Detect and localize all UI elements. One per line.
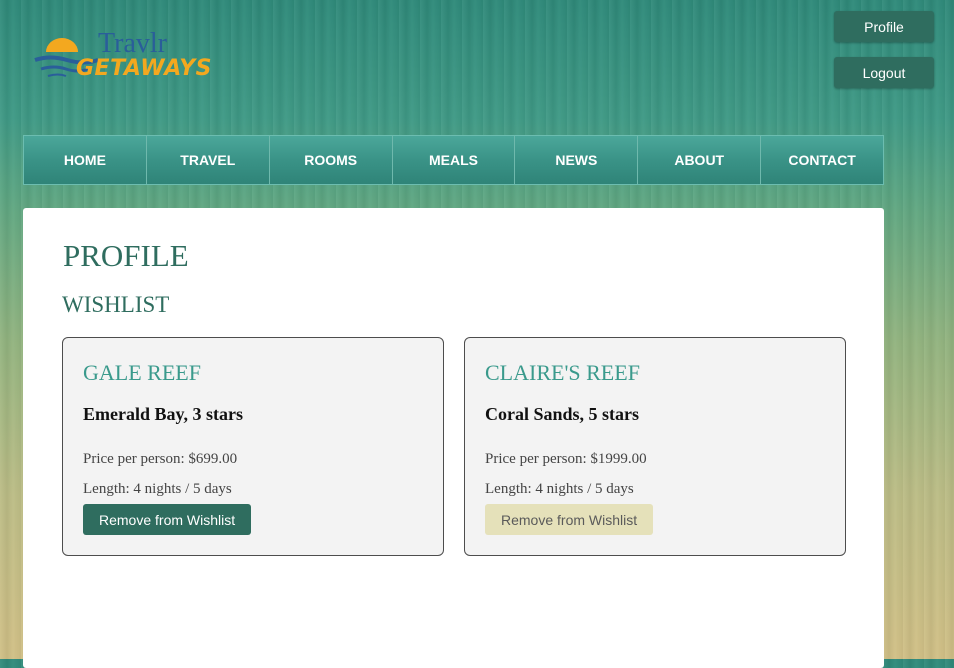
wishlist-card: CLAIRE'S REEF Coral Sands, 5 stars Price…	[464, 337, 846, 556]
trip-price: Price per person: $1999.00	[485, 451, 647, 467]
profile-button[interactable]: Profile	[834, 11, 934, 42]
page-title: PROFILE	[63, 238, 189, 273]
nav-about[interactable]: ABOUT	[638, 136, 762, 184]
trip-resort: Coral Sands, 5 stars	[485, 404, 640, 424]
wishlist-heading: WISHLIST	[62, 292, 170, 317]
remove-from-wishlist-button[interactable]: Remove from Wishlist	[83, 504, 252, 535]
nav-contact[interactable]: CONTACT	[761, 136, 883, 184]
main-content: PROFILE WISHLIST GALE REEF Emerald Bay, …	[23, 208, 884, 668]
trip-resort: Emerald Bay, 3 stars	[83, 404, 243, 424]
wishlist-card: GALE REEF Emerald Bay, 3 stars Price per…	[62, 337, 444, 556]
nav-meals[interactable]: MEALS	[393, 136, 516, 184]
nav-rooms[interactable]: ROOMS	[270, 136, 393, 184]
travlr-logo[interactable]: Travlr GETAWAYS	[32, 28, 222, 92]
logout-button[interactable]: Logout	[834, 57, 934, 88]
nav-home[interactable]: HOME	[24, 136, 147, 184]
nav-news[interactable]: NEWS	[515, 136, 639, 184]
main-nav: HOME TRAVEL ROOMS MEALS NEWS ABOUT CONTA…	[23, 135, 884, 185]
trip-name: GALE REEF	[83, 360, 201, 385]
trip-length: Length: 4 nights / 5 days	[485, 481, 634, 497]
trip-price: Price per person: $699.00	[83, 451, 238, 467]
nav-travel[interactable]: TRAVEL	[147, 136, 270, 184]
trip-length: Length: 4 nights / 5 days	[83, 481, 232, 497]
remove-from-wishlist-button[interactable]: Remove from Wishlist	[485, 504, 654, 535]
logo-text-getaways: GETAWAYS	[76, 56, 212, 81]
trip-name: CLAIRE'S REEF	[485, 360, 640, 385]
